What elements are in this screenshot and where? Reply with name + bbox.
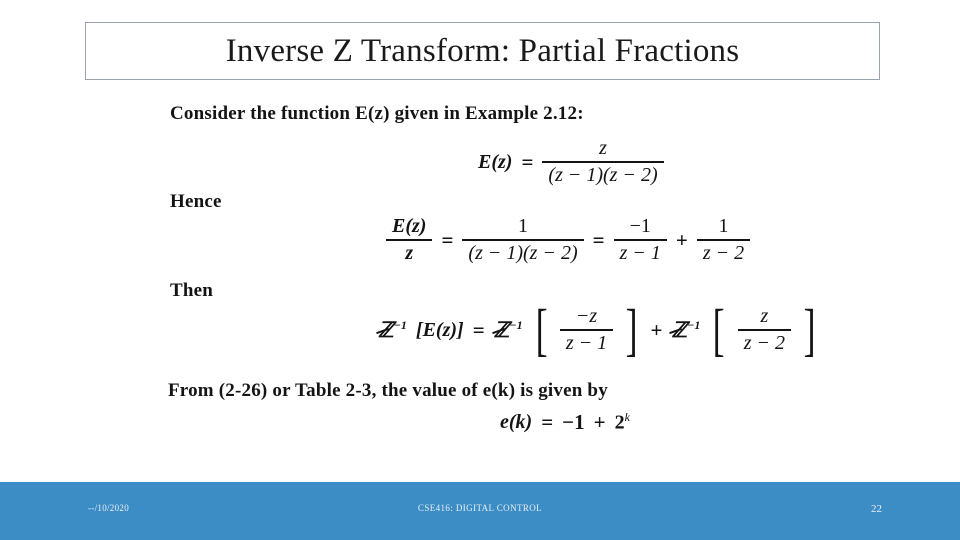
eq2-term1-numerator: −1 <box>629 215 651 237</box>
slide-body: Consider the function E(z) given in Exam… <box>160 95 840 445</box>
eq3-term1-fraction: −z z − 1 <box>559 305 614 355</box>
slide-title-box: Inverse Z Transform: Partial Fractions <box>85 22 880 80</box>
eq4-rhs-b: 2k <box>614 410 630 434</box>
equation-4: e(k) = −1 + 2k <box>500 410 630 435</box>
equation-2: E(z) z = 1 (z − 1)(z − 2) = −1 z − 1 + 1… <box>386 215 751 265</box>
lead-text-1-label: Consider the function E(z) given in Exam… <box>170 103 584 124</box>
eq3-ztransform-operator-3: ℤ−1 <box>669 317 701 343</box>
equation-3: ℤ−1 [E(z)] = ℤ−1 [ −z z − 1 ] + ℤ−1 <box>376 297 819 363</box>
slide: Inverse Z Transform: Partial Fractions C… <box>0 0 960 540</box>
footer-page-number: 22 <box>871 503 882 515</box>
eq2-equals-1: = <box>441 227 454 252</box>
eq3-operator-sup-3: −1 <box>687 317 701 332</box>
eq3-operator-sup-1: −1 <box>393 317 407 332</box>
eq3-right-bracket-2: ] <box>803 297 816 363</box>
eq3-plus: + <box>650 317 663 342</box>
eq4-rhs-b-exponent: k <box>624 410 630 425</box>
eq2-lhs-numerator: E(z) <box>392 215 427 237</box>
equation-1: E(z) = z (z − 1)(z − 2) <box>478 137 664 187</box>
lead-text-3-label: Then <box>170 280 214 301</box>
eq4-plus: + <box>593 410 606 434</box>
lead-text-2: Hence <box>170 191 222 213</box>
eq2-lhs-fraction: E(z) z <box>386 215 433 265</box>
eq4-lhs: e(k) <box>500 411 533 433</box>
eq2-mid-numerator: 1 <box>518 215 529 237</box>
eq3-term2-numerator: z <box>760 305 769 327</box>
lead-text-4-label: From (2-26) or Table 2-3, the value of e… <box>168 380 608 401</box>
eq2-term2-numerator: 1 <box>718 215 729 237</box>
eq3-term2-denominator: z − 2 <box>737 329 792 355</box>
eq3-equals: = <box>472 317 485 342</box>
eq4-equals: = <box>541 410 554 434</box>
eq2-plus: + <box>675 227 688 252</box>
lead-text-2-label: Hence <box>170 191 222 212</box>
eq2-term1-fraction: −1 z − 1 <box>613 215 667 265</box>
eq1-equals: = <box>521 149 534 174</box>
eq3-argument: [E(z)] <box>415 318 464 341</box>
lead-text-4: From (2-26) or Table 2-3, the value of e… <box>168 380 608 402</box>
eq3-term1-numerator: −z <box>575 305 598 327</box>
eq2-term2-denominator: z − 2 <box>696 239 751 265</box>
eq3-ztransform-operator-2: ℤ−1 <box>491 317 523 343</box>
eq2-term2-fraction: 1 z − 2 <box>696 215 751 265</box>
eq2-equals-2: = <box>592 227 605 252</box>
lead-text-3: Then <box>170 280 213 302</box>
eq3-term2-fraction: z z − 2 <box>737 305 792 355</box>
eq3-left-bracket-2: [ <box>713 297 726 363</box>
eq1-lhs: E(z) <box>478 150 513 173</box>
eq2-mid-fraction: 1 (z − 1)(z − 2) <box>462 215 584 265</box>
eq3-term1-denominator: z − 1 <box>559 329 614 355</box>
eq3-operator-sup-2: −1 <box>509 317 523 332</box>
footer-course-label: CSE416: DIGITAL CONTROL <box>417 503 543 513</box>
eq3-ztransform-operator-1: ℤ−1 <box>376 317 407 343</box>
eq2-mid-denominator: (z − 1)(z − 2) <box>462 239 584 265</box>
eq2-term1-denominator: z − 1 <box>613 239 667 265</box>
eq3-right-bracket-1: ] <box>625 297 638 363</box>
eq2-lhs-denominator: z <box>386 239 433 265</box>
eq1-denominator: (z − 1)(z − 2) <box>542 161 664 187</box>
eq1-numerator: z <box>599 137 607 159</box>
eq4-rhs-a: −1 <box>562 410 585 434</box>
eq3-left-bracket-1: [ <box>535 297 548 363</box>
eq1-fraction: z (z − 1)(z − 2) <box>542 137 664 187</box>
page-title: Inverse Z Transform: Partial Fractions <box>225 32 740 69</box>
lead-text-1: Consider the function E(z) given in Exam… <box>170 103 584 125</box>
